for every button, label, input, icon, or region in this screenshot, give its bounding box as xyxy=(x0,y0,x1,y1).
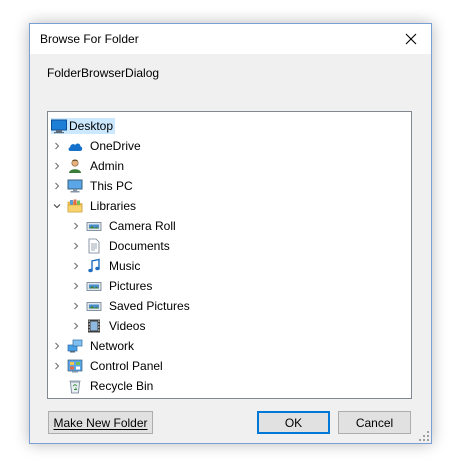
tree-item-label: Music xyxy=(109,259,141,273)
chevron-right-icon[interactable] xyxy=(53,162,61,170)
window-title: Browse For Folder xyxy=(40,32,139,46)
tree-item-label: Recycle Bin xyxy=(90,379,154,393)
tree-item-label: This PC xyxy=(90,179,133,193)
tree-item-saved-pictures[interactable]: Saved Pictures xyxy=(48,296,411,316)
chevron-right-icon[interactable] xyxy=(72,222,80,230)
title-bar[interactable]: Browse For Folder xyxy=(30,24,431,54)
make-new-folder-button[interactable]: Make New Folder xyxy=(48,411,153,434)
expand-toggle[interactable] xyxy=(51,156,63,176)
tree-item-label: OneDrive xyxy=(90,139,141,153)
tree-item-label: Libraries xyxy=(90,199,137,213)
tree-item-videos[interactable]: Videos xyxy=(48,316,411,336)
dialog-description: FolderBrowserDialog xyxy=(47,66,160,80)
picture-library-icon xyxy=(86,218,102,234)
tree-item-label: Control Panel xyxy=(90,359,163,373)
chevron-right-icon[interactable] xyxy=(72,322,80,330)
chevron-right-icon[interactable] xyxy=(53,362,61,370)
chevron-right-icon[interactable] xyxy=(72,282,80,290)
folder-tree[interactable]: Desktop OneDrive Admin This PC Libraries Came… xyxy=(47,111,412,399)
expand-toggle[interactable] xyxy=(70,296,82,316)
tree-item-documents[interactable]: Documents xyxy=(48,236,411,256)
close-icon xyxy=(405,33,417,45)
expand-toggle[interactable] xyxy=(70,216,82,236)
chevron-right-icon[interactable] xyxy=(53,142,61,150)
document-icon xyxy=(86,238,102,254)
tree-item-network[interactable]: Network xyxy=(48,336,411,356)
tree-item-desktop[interactable]: Desktop xyxy=(48,116,411,136)
browse-folder-dialog: Browse For Folder FolderBrowserDialog De… xyxy=(29,23,432,444)
collapse-toggle[interactable] xyxy=(51,196,63,216)
tree-item-label: Desktop xyxy=(67,118,116,134)
expand-toggle[interactable] xyxy=(70,316,82,336)
tree-item-label: Pictures xyxy=(109,279,153,293)
make-new-folder-label: Make New Folder xyxy=(53,415,148,430)
chevron-right-icon[interactable] xyxy=(53,342,61,350)
expand-toggle[interactable] xyxy=(70,256,82,276)
music-icon xyxy=(86,258,102,274)
expand-toggle[interactable] xyxy=(70,236,82,256)
picture-library-icon xyxy=(86,278,102,294)
desktop-icon xyxy=(51,118,67,134)
video-icon xyxy=(86,318,102,334)
tree-item-pictures[interactable]: Pictures xyxy=(48,276,411,296)
computer-icon xyxy=(67,178,83,194)
expand-toggle[interactable] xyxy=(51,136,63,156)
tree-item-camera-roll[interactable]: Camera Roll xyxy=(48,216,411,236)
cancel-label: Cancel xyxy=(355,415,394,430)
picture-library-icon xyxy=(86,298,102,314)
tree-item-control-panel[interactable]: Control Panel xyxy=(48,356,411,376)
expand-toggle[interactable] xyxy=(70,276,82,296)
chevron-right-icon[interactable] xyxy=(72,302,80,310)
libraries-icon xyxy=(67,198,83,214)
expand-toggle[interactable] xyxy=(51,356,63,376)
tree-item-label: Network xyxy=(90,339,135,353)
control-panel-icon xyxy=(67,358,83,374)
tree-item-label: Videos xyxy=(109,319,146,333)
tree-item-music[interactable]: Music xyxy=(48,256,411,276)
cancel-button[interactable]: Cancel xyxy=(338,411,411,434)
tree-item-label: Admin xyxy=(90,159,125,173)
tree-item-label: Camera Roll xyxy=(109,219,176,233)
cloud-icon xyxy=(67,138,83,154)
ok-button[interactable]: OK xyxy=(257,411,330,434)
ok-label: OK xyxy=(284,415,303,430)
tree-item-label: Saved Pictures xyxy=(109,299,190,313)
chevron-down-icon[interactable] xyxy=(53,202,61,210)
chevron-right-icon[interactable] xyxy=(72,242,80,250)
chevron-right-icon[interactable] xyxy=(53,182,61,190)
tree-item-recycle-bin[interactable]: Recycle Bin xyxy=(48,376,411,396)
tree-item-this-pc[interactable]: This PC xyxy=(48,176,411,196)
tree-item-libraries[interactable]: Libraries xyxy=(48,196,411,216)
chevron-right-icon[interactable] xyxy=(72,262,80,270)
expand-toggle[interactable] xyxy=(51,176,63,196)
tree-item-admin[interactable]: Admin xyxy=(48,156,411,176)
recycle-bin-icon xyxy=(67,378,83,394)
tree-item-label: Documents xyxy=(109,239,170,253)
user-icon xyxy=(67,158,83,174)
network-icon xyxy=(67,338,83,354)
expand-toggle[interactable] xyxy=(51,336,63,356)
close-button[interactable] xyxy=(391,24,431,54)
resize-grip-icon[interactable] xyxy=(419,431,429,441)
tree-item-onedrive[interactable]: OneDrive xyxy=(48,136,411,156)
